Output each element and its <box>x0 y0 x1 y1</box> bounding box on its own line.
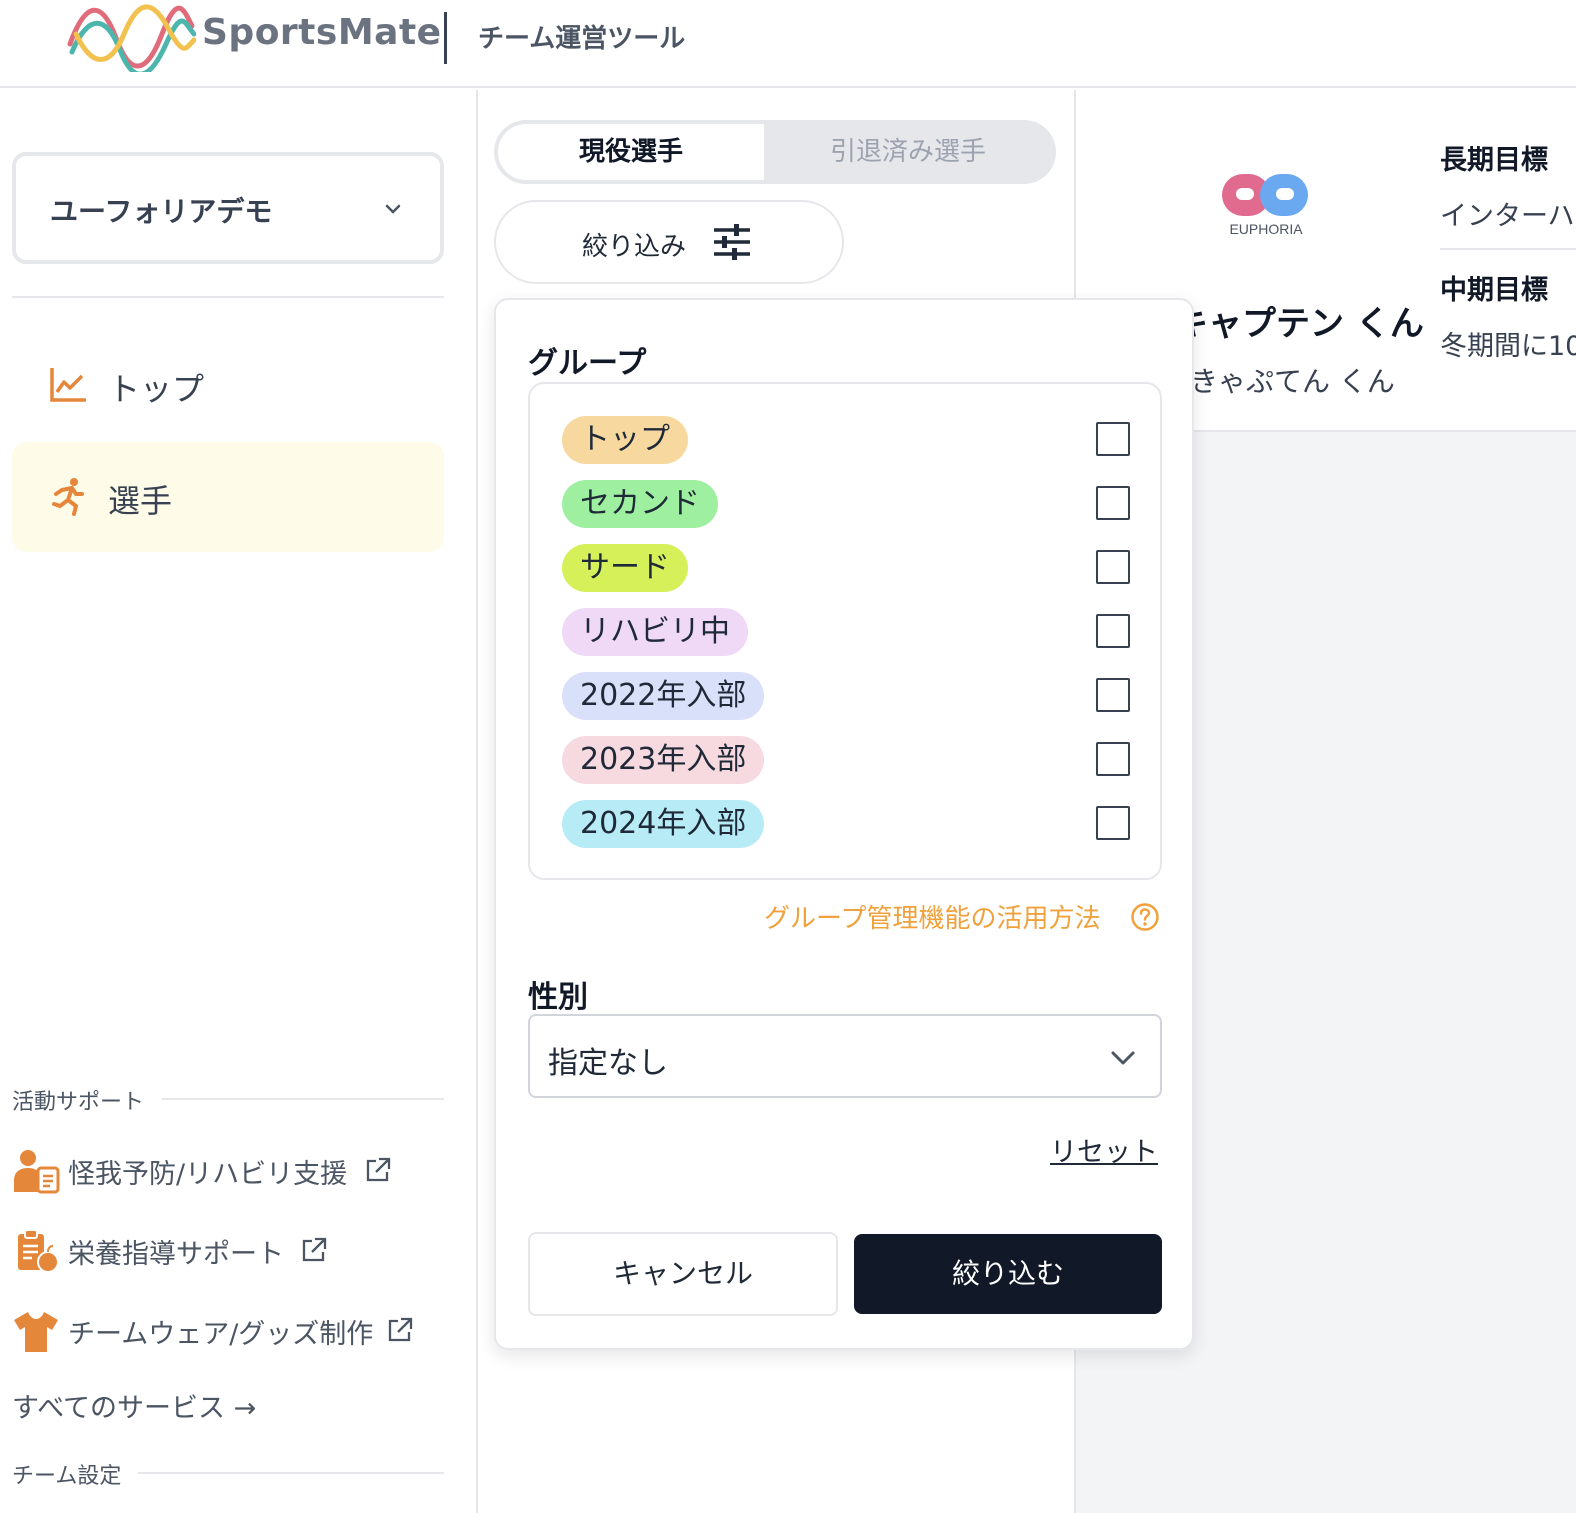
external-link-icon <box>388 1317 413 1342</box>
group-heading: グループ <box>528 346 647 381</box>
external-link-icon <box>302 1237 327 1262</box>
service-link-nutrition[interactable]: 栄養指導サポート <box>12 1226 352 1276</box>
sex-heading: 性別 <box>528 980 588 1015</box>
group-checkbox[interactable] <box>1096 614 1130 648</box>
tab-retired-players[interactable]: 引退済み選手 <box>764 124 1052 180</box>
group-checkbox[interactable] <box>1096 550 1130 584</box>
app-header: SportsMate チーム運営ツール <box>0 0 1576 88</box>
group-checkbox[interactable] <box>1096 742 1130 776</box>
header-divider <box>444 12 447 64</box>
apply-filter-button[interactable]: 絞り込む <box>854 1234 1162 1314</box>
sidebar-item-top[interactable]: トップ <box>12 330 444 440</box>
sidebar-item-players[interactable]: 選手 <box>12 442 444 552</box>
team-select-value: ユーフォリアデモ <box>50 195 273 228</box>
player-status-toggle: 現役選手 引退済み選手 <box>494 120 1056 184</box>
group-row[interactable]: トップ <box>562 416 1132 466</box>
long-term-goal-text: インターハイ <box>1440 201 1576 232</box>
group-chip: サード <box>562 544 688 592</box>
tshirt-icon <box>14 1312 58 1352</box>
group-row[interactable]: 2023年入部 <box>562 736 1132 786</box>
group-chip: 2022年入部 <box>562 672 765 720</box>
group-list: トップ セカンド サード リハビリ中 2022年入部 2023年入部 2024年… <box>528 382 1162 880</box>
service-label: 栄養指導サポート <box>68 1239 284 1270</box>
sex-select-value: 指定なし <box>548 1046 668 1081</box>
sex-select[interactable]: 指定なし <box>528 1014 1162 1098</box>
group-row[interactable]: サード <box>562 544 1132 594</box>
line-chart-icon <box>50 368 86 402</box>
filter-button[interactable]: 絞り込み <box>494 200 844 284</box>
group-chip: セカンド <box>562 480 718 528</box>
header-subtitle: チーム運営ツール <box>478 24 686 54</box>
section-title-settings: チーム設定 <box>12 1464 122 1489</box>
mid-term-goal-text: 冬期間に10 <box>1440 331 1576 362</box>
sportsmate-logo-icon[interactable] <box>66 4 196 72</box>
group-row[interactable]: セカンド <box>562 480 1132 530</box>
group-help-link[interactable]: グループ管理機能の活用方法 <box>764 898 1100 935</box>
tab-active-players[interactable]: 現役選手 <box>498 124 764 180</box>
section-title-support: 活動サポート <box>12 1090 145 1115</box>
group-chip: 2023年入部 <box>562 736 765 784</box>
sidebar: ユーフォリアデモ トップ 選手 活動サポート 怪我予防/リハビリ支援 栄養指導サ… <box>0 90 476 1513</box>
section-divider <box>162 1098 444 1100</box>
group-row[interactable]: 2022年入部 <box>562 672 1132 722</box>
group-chip: 2024年入部 <box>562 800 765 848</box>
cancel-button[interactable]: キャンセル <box>528 1232 838 1316</box>
section-divider <box>138 1472 444 1474</box>
filter-button-label: 絞り込み <box>582 232 687 262</box>
sidebar-item-label: トップ <box>108 370 205 408</box>
service-link-rehab[interactable]: 怪我予防/リハビリ支援 <box>12 1146 412 1196</box>
person-clipboard-icon <box>14 1150 60 1194</box>
team-logo: EUPHORIA <box>1222 174 1308 237</box>
player-kana: きゃぷてん くん <box>1190 365 1395 398</box>
goal-divider <box>1440 248 1576 250</box>
sliders-icon <box>714 224 750 260</box>
group-chip: トップ <box>562 416 688 464</box>
long-term-goal-label: 長期目標 <box>1440 145 1548 176</box>
filter-popover: グループ トップ セカンド サード リハビリ中 2022年入部 2023年入部 … <box>494 298 1194 1350</box>
service-label: 怪我予防/リハビリ支援 <box>68 1159 348 1190</box>
external-link-icon <box>366 1157 391 1182</box>
service-label: チームウェア/グッズ制作 <box>68 1319 374 1350</box>
group-chip: リハビリ中 <box>562 608 748 656</box>
player-name: キャプテン くん <box>1174 304 1424 344</box>
all-services-link[interactable]: すべてのサービス → <box>12 1386 256 1425</box>
sidebar-divider <box>12 296 444 298</box>
service-link-teamwear[interactable]: チームウェア/グッズ制作 <box>12 1306 432 1356</box>
group-row[interactable]: リハビリ中 <box>562 608 1132 658</box>
logo-wordmark: SportsMate <box>202 12 442 53</box>
question-circle-icon[interactable] <box>1130 902 1160 932</box>
clipboard-apple-icon <box>18 1229 59 1273</box>
mid-term-goal-label: 中期目標 <box>1440 275 1548 306</box>
group-checkbox[interactable] <box>1096 486 1130 520</box>
sidebar-item-label: 選手 <box>108 482 173 520</box>
chevron-down-icon <box>385 204 401 214</box>
group-checkbox[interactable] <box>1096 806 1130 840</box>
chevron-down-icon <box>1111 1051 1135 1065</box>
team-select[interactable]: ユーフォリアデモ <box>12 152 444 264</box>
group-checkbox[interactable] <box>1096 678 1130 712</box>
group-row[interactable]: 2024年入部 <box>562 800 1132 850</box>
reset-link[interactable]: リセット <box>1050 1130 1158 1169</box>
running-person-icon <box>52 478 84 516</box>
team-logo-text: EUPHORIA <box>1229 221 1303 237</box>
group-checkbox[interactable] <box>1096 422 1130 456</box>
